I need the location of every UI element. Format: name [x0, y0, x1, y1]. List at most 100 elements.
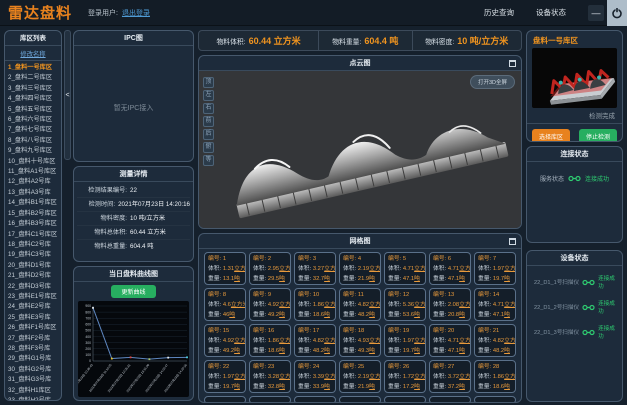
svg-text:900: 900: [85, 304, 91, 308]
point-cloud-viewport[interactable]: 顶左右前后俯等 打开3D全屏: [199, 71, 521, 228]
sidebar-item-zone-31[interactable]: 31_盘料G3号库: [8, 375, 61, 385]
sidebar-item-zone-30[interactable]: 30_盘料G2号库: [8, 365, 61, 375]
update-curve-button[interactable]: 更新曲线: [111, 285, 155, 298]
grid-cell-12[interactable]: 编号: 12体积: 5.36立方米重量: 53.6吨: [384, 288, 426, 321]
sidebar-item-zone-24[interactable]: 24_盘料E2号库: [8, 302, 61, 312]
detail-row-1: 检测时间:2021年07月23日 14:20:16: [77, 198, 190, 212]
grid-cell-10[interactable]: 编号: 10体积: 1.86立方米重量: 18.6吨: [294, 288, 336, 321]
svg-text:800: 800: [85, 310, 91, 314]
device-rows: 22_D1_1号扫描仪 连接成功22_D1_2号扫描仪 连接成功22_D1_3号…: [527, 266, 622, 340]
sidebar-item-zone-19[interactable]: 19_盘料C3号库: [8, 250, 61, 260]
detail-row-4: 物料总重量:604.4 吨: [77, 240, 190, 253]
open-3d-fullscreen-button[interactable]: 打开3D全屏: [470, 75, 515, 89]
sidebar-item-zone-25[interactable]: 25_盘料E3号库: [8, 313, 61, 323]
view-button-4[interactable]: 前: [203, 116, 214, 127]
grid-cell-9[interactable]: 编号: 9体积: 4.92立方米重量: 49.2吨: [249, 288, 291, 321]
sidebar-item-zone-16[interactable]: 16_盘料B3号库区: [8, 219, 61, 229]
view-button-6[interactable]: 俯: [203, 142, 214, 153]
sidebar-item-zone-10[interactable]: 10_盘料十号库区: [8, 157, 61, 167]
grid-cell-25[interactable]: 编号: 25体积: 2.19立方米重量: 21.9吨: [339, 360, 381, 393]
grid-cell-19[interactable]: 编号: 19体积: 1.97立方米重量: 19.7吨: [384, 324, 426, 357]
grid-cell-13[interactable]: 编号: 13体积: 2.08立方米重量: 20.8吨: [429, 288, 471, 321]
grid-cell-4[interactable]: 编号: 4体积: 2.19立方米重量: 21.9吨: [339, 252, 381, 285]
sidebar-item-zone-33[interactable]: 33_盘料H2号库: [8, 396, 61, 401]
grid-cell-3[interactable]: 编号: 3体积: 3.27立方米重量: 32.7吨: [294, 252, 336, 285]
sidebar-item-zone-1[interactable]: 1_盘料一号库区: [8, 63, 61, 73]
maximize-icon[interactable]: [509, 238, 516, 245]
view-button-1[interactable]: 顶: [203, 77, 214, 88]
view-button-2[interactable]: 左: [203, 90, 214, 101]
sidebar-item-zone-5[interactable]: 5_盘料五号库区: [8, 105, 61, 115]
menu-history-query[interactable]: 历史查询: [484, 7, 514, 18]
sidebar-item-zone-15[interactable]: 15_盘料B2号库区: [8, 209, 61, 219]
view-button-5[interactable]: 后: [203, 129, 214, 140]
stop-detect-button[interactable]: 停止检测: [579, 129, 617, 142]
line-chart: 01002003004005006007008009002021年07月23日 …: [78, 301, 191, 397]
sidebar-item-zone-7[interactable]: 7_盘料七号库区: [8, 125, 61, 135]
grid-cell-23[interactable]: 编号: 23体积: 3.28立方米重量: 32.8吨: [249, 360, 291, 393]
sidebar-item-zone-12[interactable]: 12_盘料A2号库: [8, 177, 61, 187]
grid-cell-27[interactable]: 编号: 27体积: 3.72立方米重量: 37.2吨: [429, 360, 471, 393]
sidebar-item-zone-18[interactable]: 18_盘料C2号库: [8, 240, 61, 250]
sidebar-item-zone-4[interactable]: 4_盘料四号库区: [8, 94, 61, 104]
view-button-7[interactable]: 等: [203, 155, 214, 166]
grid-cell-2[interactable]: 编号: 2体积: 2.95立方米重量: 29.5吨: [249, 252, 291, 285]
device-row-2: 22_D1_2号扫描仪 连接成功: [534, 299, 617, 315]
grid-cell-11[interactable]: 编号: 11体积: 4.82立方米重量: 48.2吨: [339, 288, 381, 321]
sidebar-item-zone-13[interactable]: 13_盘料A3号库: [8, 188, 61, 198]
grid-cell-clipped: [249, 396, 291, 403]
sidebar-item-zone-14[interactable]: 14_盘料B1号库区: [8, 198, 61, 208]
sidebar-item-zone-20[interactable]: 20_盘料D1号库: [8, 261, 61, 271]
menu-device-status[interactable]: 设备状态: [536, 7, 566, 18]
sidebar-item-zone-32[interactable]: 32_盘料H1库区: [8, 386, 61, 396]
power-button[interactable]: [607, 0, 627, 26]
service-status-label: 服务状态: [540, 174, 564, 183]
daily-curve-header: 当日盘料曲线图: [74, 267, 193, 282]
sidebar-item-zone-9[interactable]: 9_盘料九号库区: [8, 146, 61, 156]
grid-cell-18[interactable]: 编号: 18体积: 4.93立方米重量: 49.3吨: [339, 324, 381, 357]
zone-3d-model: [532, 48, 617, 108]
sidebar-item-zone-8[interactable]: 8_盘料八号库区: [8, 136, 61, 146]
radar-inventory-app: 雷达盘料 登录用户: 退出登录 历史查询 设备状态 — 库区列表 修改名称 1_…: [0, 0, 627, 405]
grid-cell-clipped: [384, 396, 426, 403]
grid-cell-22[interactable]: 编号: 22体积: 1.97立方米重量: 19.7吨: [204, 360, 246, 393]
current-zone-panel: 盘料一号库区 检测完成 选择库区: [526, 30, 623, 142]
sidebar-item-zone-29[interactable]: 29_盘料G1号库: [8, 354, 61, 364]
view-button-3[interactable]: 右: [203, 103, 214, 114]
sidebar-item-zone-23[interactable]: 23_盘料E1号库区: [8, 292, 61, 302]
sidebar-item-zone-6[interactable]: 6_盘料六号库区: [8, 115, 61, 125]
grid-cell-24[interactable]: 编号: 24体积: 3.39立方米重量: 33.9吨: [294, 360, 336, 393]
measurement-detail-rows: 检测结果编号:22检测时间:2021年07月23日 14:20:16物料密度:1…: [74, 182, 193, 255]
grid-cell-26[interactable]: 编号: 26体积: 1.72立方米重量: 17.2吨: [384, 360, 426, 393]
grid-cell-15[interactable]: 编号: 15体积: 4.92立方米重量: 49.2吨: [204, 324, 246, 357]
sidebar-collapse-button[interactable]: <: [64, 30, 71, 160]
detection-status-text: 检测完成: [527, 108, 622, 124]
grid-cell-7[interactable]: 编号: 7体积: 1.97立方米重量: 19.7吨: [474, 252, 516, 285]
sidebar-item-zone-17[interactable]: 17_盘料C1号库区: [8, 230, 61, 240]
minimize-button[interactable]: —: [588, 5, 604, 21]
select-zone-button[interactable]: 选择库区: [532, 129, 570, 142]
sidebar-item-zone-27[interactable]: 27_盘料F2号库: [8, 334, 61, 344]
logout-link[interactable]: 退出登录: [122, 8, 150, 18]
grid-cell-5[interactable]: 编号: 5体积: 4.71立方米重量: 47.1吨: [384, 252, 426, 285]
grid-map-header: 网格图: [199, 234, 521, 249]
grid-cell-1[interactable]: 编号: 1体积: 1.31立方米重量: 13.1吨: [204, 252, 246, 285]
sidebar-item-zone-3[interactable]: 3_盘料三号库区: [8, 84, 61, 94]
grid-cell-8[interactable]: 编号: 8体积: 4.6立方米重量: 46吨: [204, 288, 246, 321]
grid-cell-28[interactable]: 编号: 28体积: 1.86立方米重量: 18.6吨: [474, 360, 516, 393]
sidebar-item-zone-2[interactable]: 2_盘料二号库区: [8, 73, 61, 83]
sidebar-item-zone-11[interactable]: 11_盘料A1号库区: [8, 167, 61, 177]
grid-cell-6[interactable]: 编号: 6体积: 4.71立方米重量: 47.1吨: [429, 252, 471, 285]
grid-cell-21[interactable]: 编号: 21体积: 4.82立方米重量: 48.2吨: [474, 324, 516, 357]
sidebar-item-zone-28[interactable]: 28_盘料F3号库: [8, 344, 61, 354]
sidebar-item-zone-21[interactable]: 21_盘料D2号库: [8, 271, 61, 281]
grid-cell-14[interactable]: 编号: 14体积: 4.71立方米重量: 47.1吨: [474, 288, 516, 321]
grid-cell-20[interactable]: 编号: 20体积: 4.71立方米重量: 47.1吨: [429, 324, 471, 357]
login-user-label: 登录用户:: [88, 8, 118, 18]
sidebar-item-zone-26[interactable]: 26_盘料F1号库区: [8, 323, 61, 333]
maximize-icon[interactable]: [509, 60, 516, 67]
grid-cell-16[interactable]: 编号: 16体积: 1.86立方米重量: 18.6吨: [249, 324, 291, 357]
grid-cell-17[interactable]: 编号: 17体积: 4.82立方米重量: 48.2吨: [294, 324, 336, 357]
sidebar-item-zone-22[interactable]: 22_盘料D3号库: [8, 282, 61, 292]
rename-zone-link[interactable]: 修改名称: [5, 46, 61, 61]
